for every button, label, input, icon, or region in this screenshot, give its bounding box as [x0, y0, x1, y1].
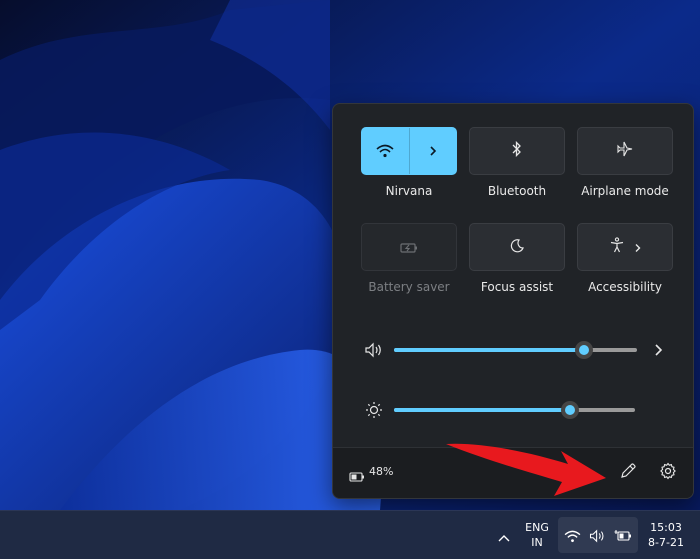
battery-icon	[349, 467, 365, 486]
wifi-networks-chevron-icon[interactable]	[409, 128, 456, 174]
clock-time: 15:03	[650, 521, 682, 534]
accessibility-icon	[610, 237, 624, 257]
language-line-2: IN	[531, 536, 543, 549]
gear-icon[interactable]	[659, 462, 677, 484]
wifi-icon[interactable]	[362, 128, 409, 174]
annotation-arrow	[446, 443, 606, 496]
accessibility-tile[interactable]	[577, 223, 673, 271]
battery-charging-tray-icon	[614, 528, 632, 547]
chevron-right-icon	[634, 238, 641, 257]
volume-slider[interactable]	[394, 341, 637, 359]
battery-saver-tile	[361, 223, 457, 271]
audio-output-chevron-icon[interactable]	[653, 342, 663, 361]
clock[interactable]: 15:03 8-7-21	[640, 520, 692, 550]
airplane-icon	[617, 141, 633, 161]
battery-percentage[interactable]: 48%	[369, 465, 393, 478]
clock-date: 8-7-21	[648, 536, 684, 549]
battery-saver-tile-label: Battery saver	[368, 280, 450, 294]
focus-assist-tile[interactable]	[469, 223, 565, 271]
battery-saver-icon	[400, 238, 418, 257]
bluetooth-icon	[512, 140, 522, 161]
chevron-up-icon[interactable]	[497, 528, 511, 547]
language-indicator[interactable]: ENG IN	[520, 520, 554, 550]
pencil-icon[interactable]	[619, 462, 637, 484]
language-line-1: ENG	[525, 521, 549, 534]
bluetooth-tile-label: Bluetooth	[487, 184, 547, 198]
airplane-mode-tile-label: Airplane mode	[581, 184, 669, 198]
taskbar: ENG IN 15:03 8-7-21	[0, 510, 700, 559]
volume-icon[interactable]	[365, 342, 383, 362]
volume-tray-icon	[589, 528, 606, 547]
bluetooth-tile[interactable]	[469, 127, 565, 175]
volume-slider-fill	[394, 348, 584, 352]
brightness-slider[interactable]	[394, 401, 635, 419]
airplane-mode-tile[interactable]	[577, 127, 673, 175]
wifi-tray-icon	[564, 528, 581, 547]
brightness-slider-thumb[interactable]	[560, 401, 579, 419]
accessibility-tile-label: Accessibility	[588, 280, 662, 294]
focus-assist-tile-label: Focus assist	[480, 280, 554, 294]
quick-settings-tray-button[interactable]	[558, 517, 638, 553]
moon-icon	[510, 238, 524, 257]
wifi-tile-label: Nirvana	[385, 184, 433, 198]
volume-slider-thumb[interactable]	[574, 341, 593, 359]
wifi-tile[interactable]	[361, 127, 457, 175]
brightness-slider-fill	[394, 408, 570, 412]
brightness-icon	[365, 401, 383, 423]
